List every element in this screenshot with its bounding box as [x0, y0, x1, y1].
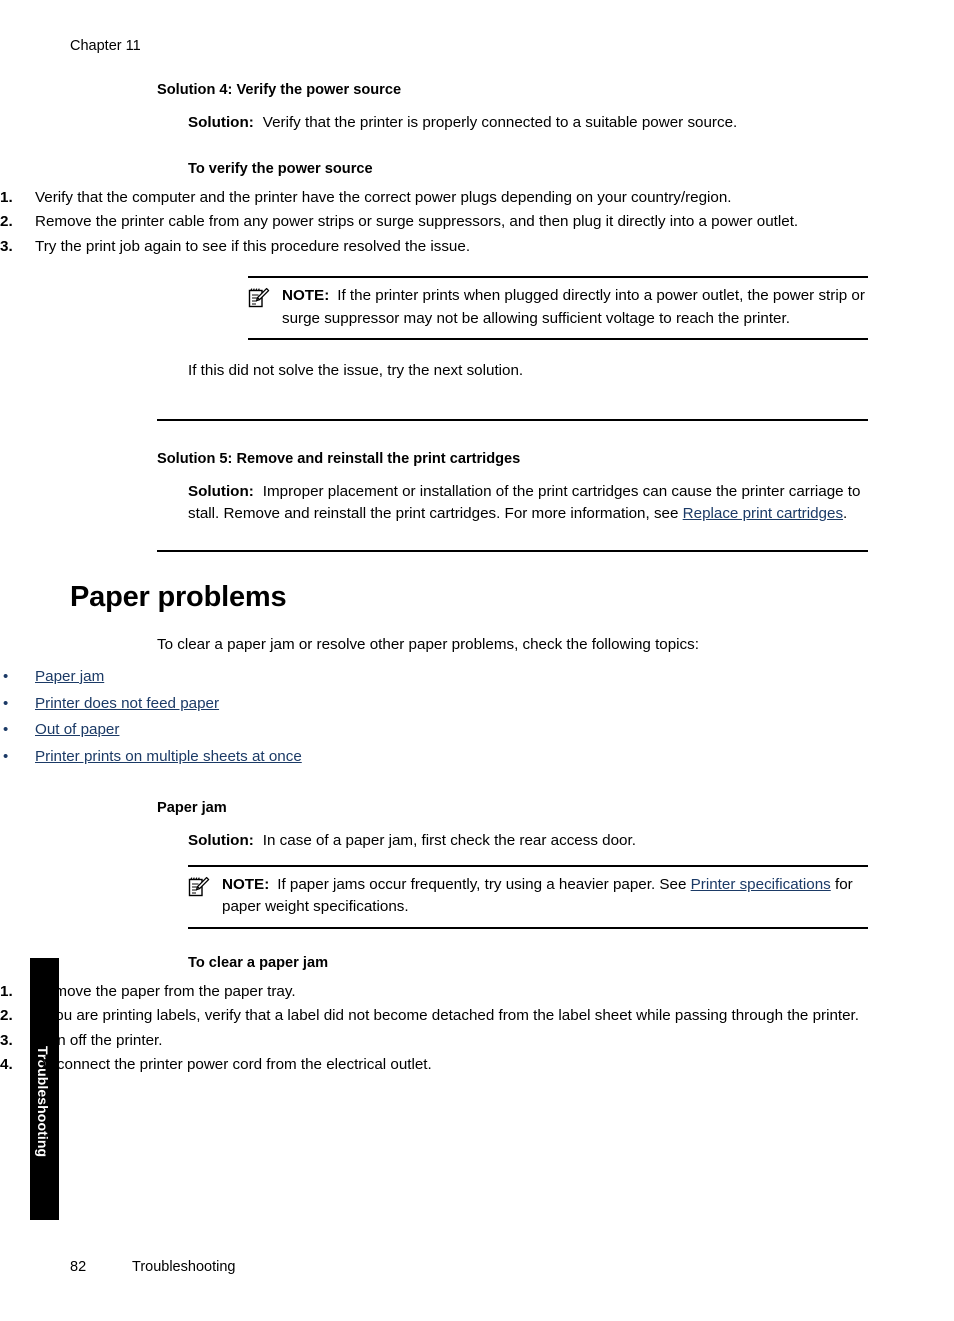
note-label: NOTE: — [282, 287, 330, 304]
paper-jam-note-text-before-link: If paper jams occur frequently, try usin… — [277, 875, 691, 893]
list-item: 3. Try the print job again to see if thi… — [0, 236, 954, 259]
bullet-icon: • — [3, 721, 9, 738]
printer-prints-multiple-sheets-link[interactable]: Printer prints on multiple sheets at onc… — [35, 748, 302, 765]
footer-section-name: Troubleshooting — [132, 1259, 236, 1275]
note-text: If the printer prints when plugged direc… — [282, 287, 865, 327]
step-number: 2. — [0, 1007, 13, 1024]
step-text: Turn off the printer. — [35, 1031, 163, 1049]
solution-4-procedure-heading: To verify the power source — [188, 160, 373, 177]
list-item: 1. Verify that the computer and the prin… — [0, 187, 954, 210]
paper-jam-solution-text: In case of a paper jam, first check the … — [262, 832, 636, 849]
page-footer: 82 Troubleshooting — [70, 1258, 235, 1277]
note-pencil-icon — [248, 287, 270, 309]
solution-4-solution-paragraph: Solution: Verify that the printer is prop… — [188, 112, 954, 135]
step-text: Disconnect the printer power cord from t… — [35, 1056, 432, 1073]
bullet-icon: • — [3, 747, 9, 765]
bullet-icon: • — [3, 668, 9, 685]
solution-label: Solution: — [188, 832, 254, 849]
paper-jam-heading: Paper jam — [157, 800, 227, 816]
list-item: 1. Remove the paper from the paper tray. — [0, 981, 954, 1004]
solution-4-heading: Solution 4: Verify the power source — [157, 82, 402, 98]
paper-jam-steps: 1. Remove the paper from the paper tray.… — [0, 981, 954, 1077]
step-number: 3. — [0, 237, 13, 255]
list-item: • Printer prints on multiple sheets at o… — [0, 744, 954, 771]
page-number: 82 — [70, 1259, 87, 1275]
note-callout: NOTE: If the printer prints when plugged … — [248, 276, 868, 340]
list-item: 2. If you are printing labels, verify th… — [0, 1005, 954, 1028]
step-number: 3. — [0, 1031, 13, 1049]
solution-5-heading: Solution 5: Remove and reinstall the pri… — [157, 450, 521, 467]
step-number: 1. — [0, 188, 13, 206]
note-label: NOTE: — [222, 875, 270, 893]
list-item: 4. Disconnect the printer power cord fro… — [0, 1054, 954, 1077]
step-text: Remove the paper from the paper tray. — [35, 982, 296, 1000]
solution-label: Solution: — [188, 482, 254, 500]
list-item: • Out of paper — [0, 717, 954, 744]
step-text: If you are printing labels, verify that … — [35, 1007, 859, 1024]
step-number: 4. — [0, 1056, 13, 1073]
step-number: 1. — [0, 982, 13, 1000]
printer-specifications-link[interactable]: Printer specifications — [691, 876, 831, 893]
paper-problems-link-list: • Paper jam • Printer does not feed pape… — [0, 664, 954, 770]
note-callout: NOTE: If paper jams occur frequently, try… — [188, 864, 868, 929]
bullet-icon: • — [3, 694, 9, 712]
list-item: 3. Turn off the printer. — [0, 1030, 954, 1053]
replace-print-cartridges-link[interactable]: Replace print cartridges — [683, 505, 843, 522]
step-text: Verify that the computer and the printer… — [35, 188, 732, 206]
solution-label: Solution: — [188, 114, 254, 131]
paper-jam-solution-paragraph: Solution: In case of a paper jam, first c… — [188, 830, 954, 853]
paper-jam-procedure-heading: To clear a paper jam — [188, 954, 329, 971]
solution-4-closing-text: If this did not solve the issue, try the… — [188, 362, 524, 379]
page-content: Solution 4: Verify the power source Solu… — [0, 0, 954, 1079]
step-text: Try the print job again to see if this p… — [35, 237, 471, 255]
document-page: Chapter 11 Troubleshooting Solution 4: V… — [0, 0, 954, 1321]
page-title: Paper problems — [70, 580, 287, 613]
list-item: • Paper jam — [0, 664, 954, 691]
solution-4-steps: 1. Verify that the computer and the prin… — [0, 187, 954, 259]
out-of-paper-link[interactable]: Out of paper — [35, 721, 119, 738]
solution-4-solution-text: Verify that the printer is properly conn… — [262, 114, 738, 131]
paper-problems-intro: To clear a paper jam or resolve other pa… — [157, 635, 699, 653]
step-text: Remove the printer cable from any power … — [35, 213, 799, 230]
paper-jam-link[interactable]: Paper jam — [35, 668, 104, 685]
note-pencil-icon — [188, 876, 210, 898]
printer-does-not-feed-paper-link[interactable]: Printer does not feed paper — [35, 695, 219, 712]
solution-5-text-after-link: . — [843, 505, 848, 522]
list-item: 2. Remove the printer cable from any pow… — [0, 211, 954, 234]
solution-5-solution-paragraph: Solution: Improper placement or installat… — [188, 481, 862, 526]
list-item: • Printer does not feed paper — [0, 691, 954, 718]
step-number: 2. — [0, 213, 13, 230]
